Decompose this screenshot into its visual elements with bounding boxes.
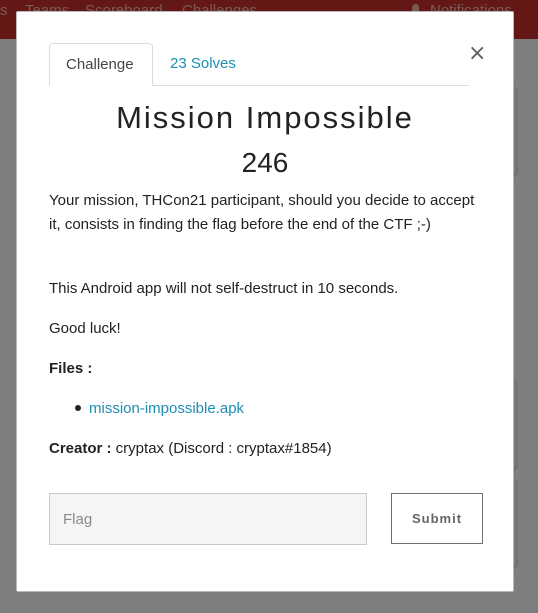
creator-value: cryptax (Discord : cryptax#1854) xyxy=(111,440,332,457)
modal-tabs: Challenge 23 Solves xyxy=(49,43,469,86)
submit-button[interactable]: Submit xyxy=(391,493,483,544)
challenge-description: Your mission, THCon21 participant, shoul… xyxy=(49,192,475,233)
challenge-title: Mission Impossible xyxy=(116,100,414,135)
challenge-points: 246 xyxy=(241,147,289,178)
description-line: This Android app will not self-destruct … xyxy=(49,280,399,297)
tab-challenge[interactable]: Challenge xyxy=(49,43,153,86)
tab-solves[interactable]: 23 Solves xyxy=(154,43,252,84)
creator-label: Creator : xyxy=(49,440,112,457)
description-line: Good luck! xyxy=(49,320,121,337)
file-download-link[interactable]: mission-impossible.apk xyxy=(89,397,244,421)
close-icon[interactable]: × xyxy=(468,43,486,65)
files-label: Files : xyxy=(49,360,93,377)
creator-line: Creator : cryptax (Discord : cryptax#185… xyxy=(49,437,332,461)
list-bullet xyxy=(75,405,81,411)
flag-input[interactable] xyxy=(49,493,367,545)
